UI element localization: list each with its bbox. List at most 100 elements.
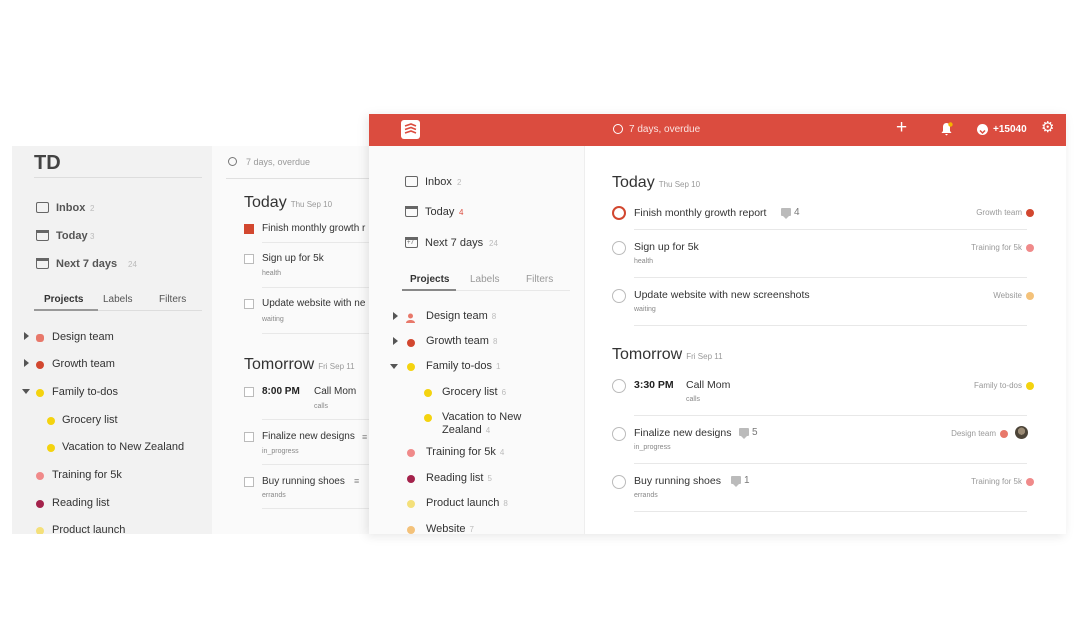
back-task-title[interactable]: Finalize new designs (262, 431, 355, 442)
project-website[interactable]: Website 7 (426, 523, 474, 534)
person-icon (406, 310, 415, 323)
back-project-reading[interactable]: Reading list (52, 497, 109, 509)
project-grocery-list[interactable]: Grocery list 6 (442, 386, 506, 398)
assignee-avatar[interactable] (1015, 426, 1028, 439)
back-task-label: waiting (262, 316, 284, 323)
todoist-logo-icon[interactable] (401, 120, 420, 139)
expand-caret-icon[interactable] (24, 359, 29, 367)
app-logo: TD (34, 152, 61, 174)
expand-caret-icon[interactable] (393, 337, 398, 345)
task-title[interactable]: Finish monthly growth report (634, 207, 766, 219)
project-color-dot (1026, 382, 1034, 390)
project-vacation-new-zealand[interactable]: Vacation to New (442, 411, 521, 423)
task-checkbox[interactable] (244, 224, 254, 234)
project-reading-list[interactable]: Reading list 5 (426, 472, 492, 484)
task-title[interactable]: Buy running shoes (634, 475, 721, 487)
project-growth-team[interactable]: Growth team 8 (426, 335, 497, 347)
back-task-label: in_progress (262, 448, 299, 455)
back-task-title[interactable]: Finish monthly growth r (262, 223, 365, 234)
karma-score[interactable]: +15040 (993, 124, 1027, 135)
add-task-icon[interactable]: + (896, 118, 907, 137)
today-heading: Today (612, 174, 655, 191)
task-label: errands (634, 492, 658, 499)
project-color-dot (1026, 209, 1034, 217)
tab-projects[interactable]: Projects (410, 274, 449, 285)
task-checkbox[interactable] (244, 387, 254, 397)
expand-caret-icon[interactable] (24, 332, 29, 340)
task-complete-circle[interactable] (612, 241, 626, 255)
project-color-dot (47, 444, 55, 452)
back-project-growth-team[interactable]: Growth team (52, 358, 115, 370)
back-tomorrow-date: Fri Sep 11 (318, 362, 355, 371)
project-vacation-new-zealand-cont[interactable]: Zealand 4 (442, 424, 490, 436)
project-color-dot (36, 527, 44, 534)
back-project-family-todos[interactable]: Family to-dos (52, 386, 118, 398)
search-icon[interactable] (228, 157, 237, 166)
back-task-title[interactable]: Update website with ne (262, 298, 365, 309)
back-project-design-team[interactable]: Design team (52, 331, 114, 343)
back-task-title[interactable]: Call Mom (314, 386, 356, 397)
project-color-dot (1026, 292, 1034, 300)
week-calendar-icon (36, 258, 49, 269)
back-sidebar: TD Inbox 2 Today 3 Next 7 days 24 Projec… (12, 146, 212, 534)
back-tab-labels[interactable]: Labels (103, 294, 132, 305)
task-complete-circle[interactable] (612, 379, 626, 393)
task-project-name[interactable]: Training for 5k (971, 477, 1022, 486)
project-family-todos[interactable]: Family to-dos 1 (426, 360, 500, 372)
project-design-team[interactable]: Design team 8 (426, 310, 496, 322)
back-project-product-launch[interactable]: Product launch (52, 524, 125, 534)
task-title[interactable]: Finalize new designs (634, 427, 731, 439)
back-tab-filters[interactable]: Filters (159, 294, 186, 305)
back-task-title[interactable]: Sign up for 5k (262, 253, 324, 264)
task-complete-circle[interactable] (612, 427, 626, 441)
back-task-title[interactable]: Buy running shoes (262, 476, 345, 487)
task-label: in_progress (634, 444, 671, 451)
tomorrow-heading: Tomorrow (612, 346, 683, 363)
back-project-grocery-list[interactable]: Grocery list (62, 414, 118, 426)
karma-icon[interactable] (977, 124, 988, 135)
expand-caret-icon[interactable] (393, 312, 398, 320)
project-product-launch[interactable]: Product launch 8 (426, 497, 508, 509)
task-title[interactable]: Call Mom (686, 379, 730, 391)
collapse-caret-icon[interactable] (390, 364, 398, 369)
front-app-window: 7 days, overdue + +15040 ⚙ Inbox 2 Today… (369, 114, 1066, 534)
task-complete-circle[interactable] (612, 475, 626, 489)
back-search-input[interactable]: 7 days, overdue (246, 157, 310, 167)
task-complete-circle[interactable] (612, 206, 626, 220)
notification-bell-icon[interactable] (940, 122, 953, 141)
task-title[interactable]: Sign up for 5k (634, 241, 699, 253)
back-project-vacation[interactable]: Vacation to New Zealand (62, 441, 184, 453)
back-tab-projects[interactable]: Projects (44, 294, 83, 305)
main-content: Today Thu Sep 10 Finish monthly growth re… (585, 146, 1066, 534)
task-project-name[interactable]: Website (993, 291, 1022, 300)
comments-count[interactable]: 4 (781, 207, 800, 220)
tab-filters[interactable]: Filters (526, 274, 553, 285)
comments-count[interactable]: 5 (739, 427, 758, 440)
back-app-window: TD Inbox 2 Today 3 Next 7 days 24 Projec… (12, 146, 382, 534)
task-project-name[interactable]: Family to-dos (974, 381, 1022, 390)
task-checkbox[interactable] (244, 299, 254, 309)
tab-labels[interactable]: Labels (470, 274, 499, 285)
back-project-training[interactable]: Training for 5k (52, 469, 122, 481)
search-icon[interactable] (613, 124, 623, 134)
task-checkbox[interactable] (244, 254, 254, 264)
back-main-content: 7 days, overdue Today Thu Sep 10 Finish m… (212, 146, 382, 534)
task-checkbox[interactable] (244, 477, 254, 487)
front-sidebar: Inbox 2 Today 4 +7 Next 7 days 24 Projec… (369, 146, 585, 534)
task-checkbox[interactable] (244, 432, 254, 442)
settings-gear-icon[interactable]: ⚙ (1041, 120, 1054, 135)
inbox-icon (405, 176, 418, 187)
task-project-name[interactable]: Growth team (976, 208, 1022, 217)
collapse-caret-icon[interactable] (22, 389, 30, 394)
task-title[interactable]: Update website with new screenshots (634, 289, 810, 301)
task-project-name[interactable]: Design team (951, 429, 996, 438)
project-color-dot (424, 389, 432, 397)
top-search-input[interactable]: 7 days, overdue (629, 124, 700, 135)
task-complete-circle[interactable] (612, 289, 626, 303)
task-time[interactable]: 3:30 PM (634, 379, 674, 391)
project-training-5k[interactable]: Training for 5k 4 (426, 446, 504, 458)
task-project-name[interactable]: Training for 5k (971, 243, 1022, 252)
project-color-dot (407, 363, 415, 371)
comments-count[interactable]: 1 (731, 475, 750, 488)
project-color-dot (36, 472, 44, 480)
